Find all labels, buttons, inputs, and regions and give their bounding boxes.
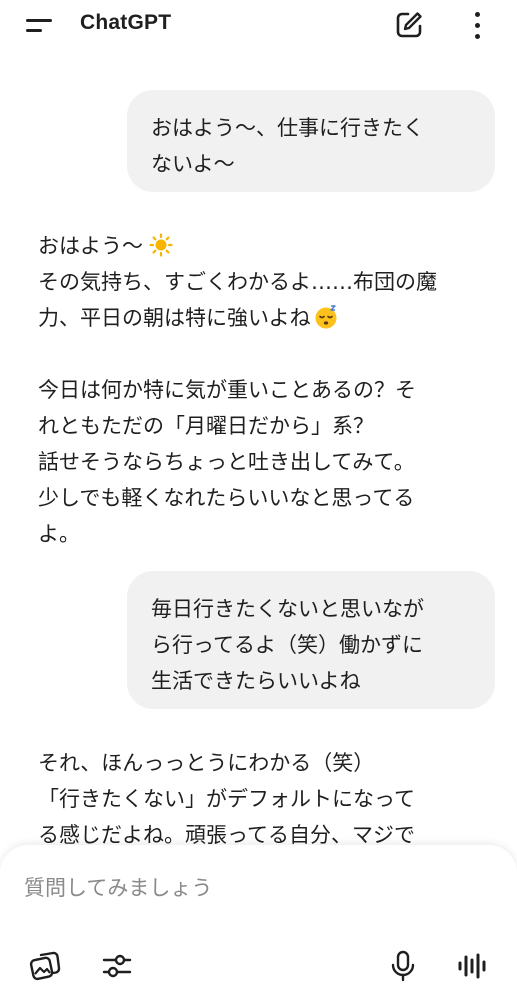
sun-emoji-icon (149, 233, 173, 257)
message-input[interactable] (24, 871, 484, 905)
top-bar: ChatGPT (0, 0, 517, 52)
conversation: おはよう〜、仕事に行きたく ないよ〜 おはよう〜 その気持ち、すごくわかるよ……… (0, 52, 517, 852)
more-vertical-icon[interactable] (468, 10, 486, 42)
sleepy-face-emoji-icon (315, 305, 337, 329)
new-chat-icon[interactable] (394, 10, 424, 40)
assistant-message: おはよう〜 その気持ち、すごくわかるよ……布団の魔 力、平日の朝は特に強いよね … (38, 228, 488, 552)
app-title: ChatGPT (80, 11, 172, 34)
sliders-icon[interactable] (100, 949, 134, 983)
chat-app: ChatGPT おはよう〜、仕事に行きたく ないよ〜 おはよう〜 その気持ち、す… (0, 0, 517, 1000)
assistant-message: それ、ほんっっとうにわかる（笑） 「行きたくない」がデフォルトになって る感じだ… (38, 751, 415, 847)
menu-icon[interactable] (26, 16, 56, 36)
image-attach-icon[interactable] (28, 949, 62, 983)
microphone-icon[interactable] (386, 949, 420, 983)
assistant-greeting: おはよう〜 (38, 234, 143, 258)
user-message: おはよう〜、仕事に行きたく ないよ〜 (127, 90, 495, 192)
user-message: 毎日行きたくないと思いなが ら行ってるよ（笑）働かずに 生活できたらいいよね (127, 571, 495, 709)
assistant-text: その気持ち、すごくわかるよ……布団の魔 力、平日の朝は特に強いよね (38, 270, 437, 330)
assistant-text-continued: 今日は何か特に気が重いことあるの？そ れともただの「月曜日だから」系？ 話せそう… (38, 378, 416, 546)
composer (0, 845, 517, 1000)
voice-mode-icon[interactable] (455, 949, 489, 983)
